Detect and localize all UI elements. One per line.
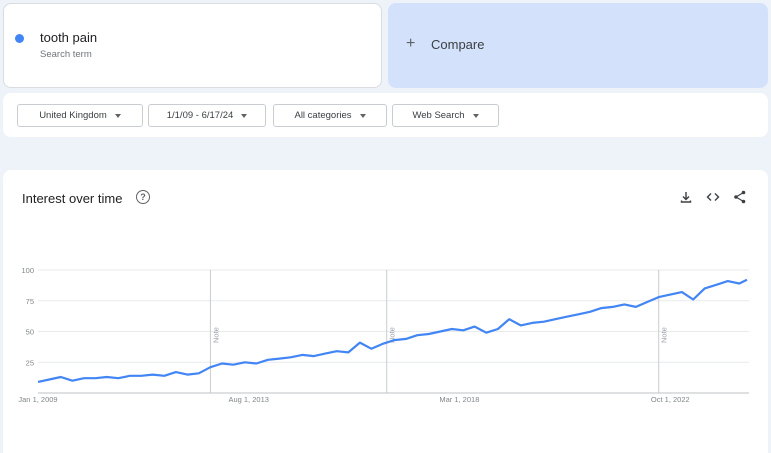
x-tick-label: Oct 1, 2022 — [651, 395, 690, 404]
y-axis: 100 75 50 25 — [21, 266, 34, 367]
x-tick-label: Mar 1, 2018 — [439, 395, 479, 404]
interest-over-time-chart: 100755025 Note Note Note Jan 1, 2009 Aug 1,… — [18, 266, 749, 404]
x-axis: Jan 1, 2009 Aug 1, 2013 Mar 1, 2018 Oct 1, … — [18, 395, 689, 404]
y-tick-label: 75 — [26, 297, 34, 306]
y-tick-label: 50 — [26, 328, 34, 337]
x-tick-label: Jan 1, 2009 — [18, 395, 57, 404]
y-tick-label: 25 — [26, 358, 34, 367]
note-label[interactable]: Note — [660, 327, 669, 343]
y-tick-label: 100 — [21, 266, 34, 275]
note-label[interactable]: Note — [211, 327, 220, 343]
x-tick-label: Aug 1, 2013 — [228, 395, 268, 404]
